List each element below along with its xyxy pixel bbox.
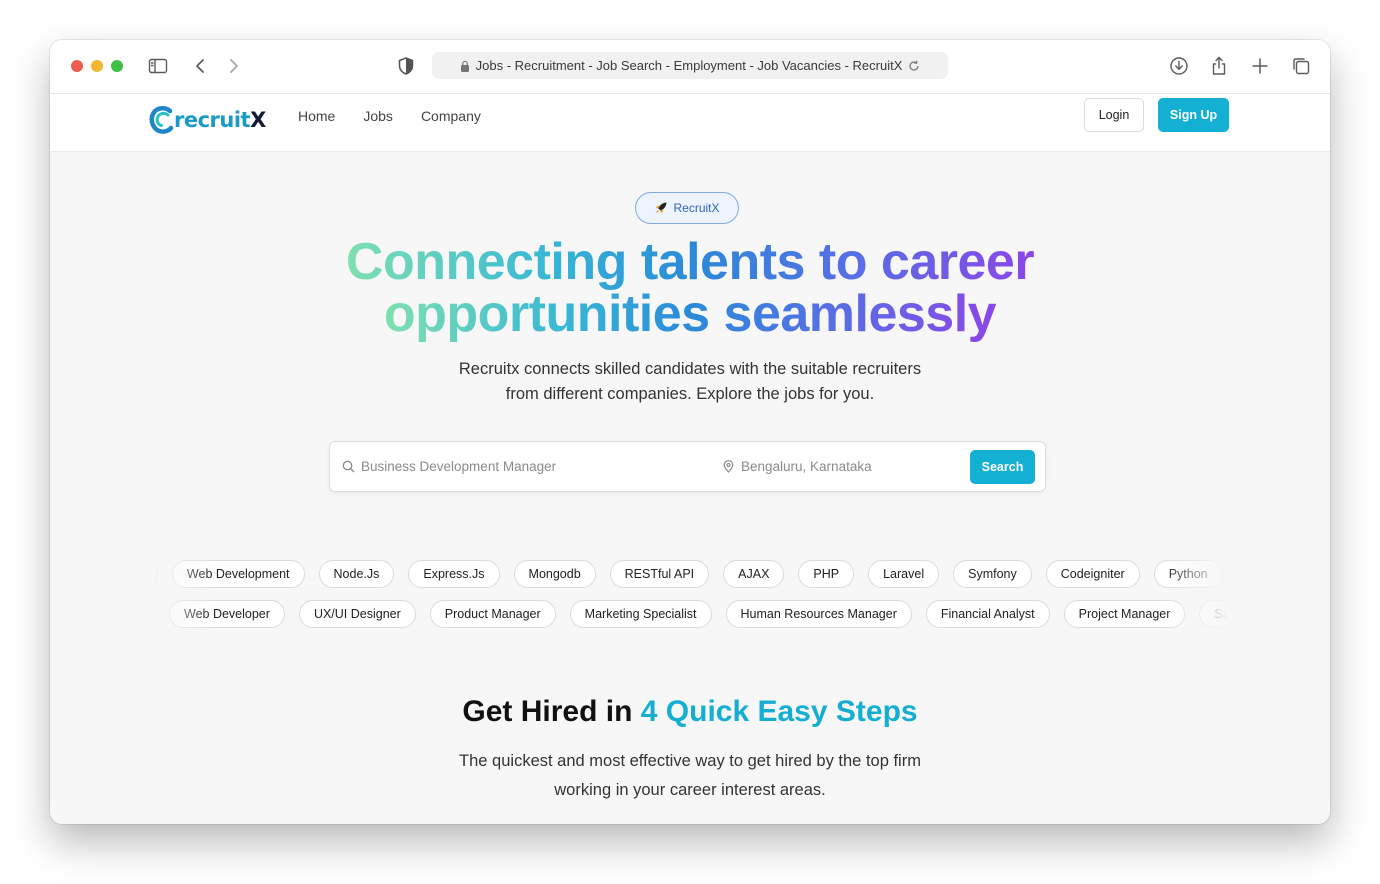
- steps-subtitle-line-2: working in your career interest areas.: [554, 781, 826, 799]
- steps-heading: Get Hired in 4 Quick Easy Steps: [50, 695, 1330, 729]
- location-input[interactable]: [741, 459, 961, 474]
- zoom-window-button[interactable]: [111, 60, 123, 72]
- search-button[interactable]: Search: [970, 450, 1035, 484]
- steps-subtitle-line-1: The quickest and most effective way to g…: [459, 752, 921, 770]
- main-nav: Home Jobs Company: [298, 108, 481, 124]
- subtitle-line-1: Recruitx connects skilled candidates wit…: [458, 360, 922, 378]
- tabs-overview-icon[interactable]: [1290, 55, 1312, 77]
- site-header: recruitX Home Jobs Company Login Sign Up: [50, 94, 1330, 152]
- skill-tag[interactable]: Web Development: [171, 560, 305, 588]
- recruitx-logo[interactable]: recruitX: [148, 100, 266, 140]
- url-text: Jobs - Recruitment - Job Search - Employ…: [475, 58, 903, 73]
- signup-button[interactable]: Sign Up: [1158, 98, 1229, 132]
- login-button[interactable]: Login: [1084, 98, 1144, 132]
- subtitle-line-2: from different companies. Explore the jo…: [505, 385, 875, 403]
- skill-tag[interactable]: Laravel: [868, 560, 940, 588]
- headline-line-2: opportunities seamlessly: [383, 285, 997, 343]
- steps-subtitle: The quickest and most effective way to g…: [50, 747, 1330, 805]
- forward-icon[interactable]: [222, 55, 244, 77]
- nav-jobs[interactable]: Jobs: [363, 108, 393, 124]
- skill-tag[interactable]: Design: [143, 560, 158, 588]
- close-window-button[interactable]: [71, 60, 83, 72]
- nav-home[interactable]: Home: [298, 108, 335, 124]
- role-tag[interactable]: UX/UI Designer: [298, 600, 416, 628]
- skill-tag[interactable]: Node.Js: [318, 560, 395, 588]
- role-tag[interactable]: Human Resources Manager: [725, 600, 912, 628]
- keyword-input[interactable]: [361, 459, 671, 474]
- hero-subtitle: Recruitx connects skilled candidates wit…: [50, 357, 1330, 407]
- skill-tag[interactable]: Express.Js: [408, 560, 500, 588]
- role-tag[interactable]: Financial Analyst: [925, 600, 1050, 628]
- role-tag[interactable]: Marketing Specialist: [569, 600, 712, 628]
- download-icon[interactable]: [1168, 55, 1190, 77]
- role-tag[interactable]: Project Manager: [1063, 600, 1186, 628]
- role-tag[interactable]: Web Developer: [169, 600, 285, 628]
- keyword-field[interactable]: [342, 442, 671, 491]
- rocket-icon: [655, 202, 667, 214]
- shield-icon[interactable]: [395, 55, 417, 77]
- location-pin-icon: [723, 460, 734, 473]
- lock-icon: [460, 60, 469, 72]
- skill-tag[interactable]: RESTful API: [609, 560, 710, 588]
- skill-tag[interactable]: Python: [1153, 560, 1223, 588]
- role-tag[interactable]: Sales: [1199, 600, 1228, 628]
- recruitx-badge: RecruitX: [635, 192, 739, 224]
- sidebar-icon[interactable]: [147, 55, 169, 77]
- logo-word: recruit: [174, 108, 251, 132]
- skill-tag[interactable]: Codeigniter: [1045, 560, 1140, 588]
- skill-tag[interactable]: Mongodb: [513, 560, 596, 588]
- browser-toolbar: Jobs - Recruitment - Job Search - Employ…: [50, 40, 1330, 94]
- new-tab-icon[interactable]: [1249, 55, 1271, 77]
- nav-company[interactable]: Company: [421, 108, 481, 124]
- role-tags-row: Web Developer UX/UI Designer Product Manag…: [143, 600, 1228, 630]
- skill-tag[interactable]: PHP: [798, 560, 855, 588]
- headline-line-1: Connecting talents to career: [345, 233, 1035, 291]
- hero-headline: Connecting talents to career opportuniti…: [50, 236, 1330, 340]
- search-icon: [342, 460, 355, 473]
- reload-icon[interactable]: [908, 60, 920, 72]
- steps-title-prefix: Get Hired in: [462, 695, 641, 728]
- address-bar[interactable]: Jobs - Recruitment - Job Search - Employ…: [432, 52, 948, 79]
- job-search-bar: Search: [329, 441, 1046, 492]
- share-icon[interactable]: [1208, 55, 1230, 77]
- skill-tags-row: Design Web Development Node.Js Express.Js Mo…: [143, 560, 1228, 590]
- back-icon[interactable]: [190, 55, 212, 77]
- browser-window: Jobs - Recruitment - Job Search - Employ…: [50, 40, 1330, 824]
- steps-title-accent: 4 Quick Easy Steps: [640, 695, 918, 728]
- skill-tag[interactable]: AJAX: [723, 560, 785, 588]
- badge-label: RecruitX: [673, 201, 720, 215]
- logo-x: X: [250, 108, 266, 132]
- skill-tag[interactable]: Symfony: [953, 560, 1032, 588]
- minimize-window-button[interactable]: [91, 60, 103, 72]
- location-field[interactable]: [722, 442, 961, 491]
- role-tag[interactable]: Product Manager: [429, 600, 556, 628]
- logo-c-mark-icon: [149, 106, 174, 134]
